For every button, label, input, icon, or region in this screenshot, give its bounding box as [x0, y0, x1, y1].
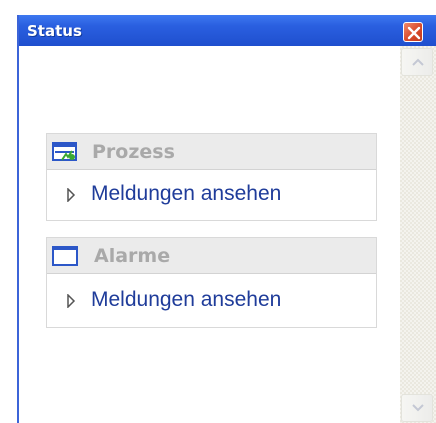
- window-title: Status: [27, 22, 82, 40]
- panel-header-alarme: Alarme: [47, 238, 376, 274]
- alarm-window-icon: [52, 246, 78, 266]
- panel-title-alarme: Alarme: [94, 245, 171, 267]
- panel-alarme: Alarme Meldungen ansehen: [46, 237, 377, 328]
- triangle-right-icon: [67, 294, 76, 308]
- close-icon: [407, 26, 421, 40]
- panel-title-prozess: Prozess: [92, 141, 175, 163]
- chevron-up-icon: [412, 58, 424, 66]
- scroll-track[interactable]: [400, 46, 436, 423]
- vertical-scrollbar[interactable]: [400, 46, 436, 423]
- chevron-down-icon: [412, 404, 424, 412]
- panel-prozess: Prozess Meldungen ansehen: [46, 133, 377, 221]
- scroll-up-button[interactable]: [401, 48, 433, 76]
- process-monitor-icon: [52, 142, 77, 161]
- close-button[interactable]: [403, 22, 423, 42]
- triangle-right-icon: [67, 188, 76, 202]
- alarme-item-label[interactable]: Meldungen ansehen: [91, 288, 281, 312]
- scroll-down-button[interactable]: [401, 394, 433, 422]
- panel-header-prozess: Prozess: [47, 134, 376, 170]
- title-bar[interactable]: Status: [19, 15, 436, 46]
- prozess-view-messages-link[interactable]: Meldungen ansehen: [47, 170, 376, 220]
- content-area: [19, 46, 436, 423]
- prozess-item-label[interactable]: Meldungen ansehen: [91, 182, 281, 206]
- alarme-view-messages-link[interactable]: Meldungen ansehen: [47, 274, 376, 324]
